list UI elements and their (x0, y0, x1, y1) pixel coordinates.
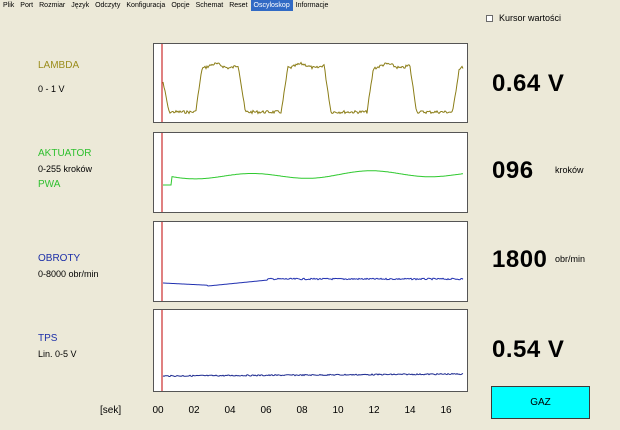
menu-plik[interactable]: Plik (0, 0, 17, 11)
aktuator-trace (163, 170, 464, 186)
aktuator-channel-range: 0-255 kroków (38, 164, 93, 174)
menu-schemat[interactable]: Schemat (193, 0, 227, 11)
lambda-channel-name: LAMBDA (38, 60, 80, 71)
menu-bar: Plik Port Rozmiar Język Odczyty Konfigur… (0, 0, 620, 11)
menu-odczyty[interactable]: Odczyty (92, 0, 123, 11)
aktuator-scope (153, 132, 468, 213)
obroty-scope (153, 221, 468, 302)
time-tick: 12 (368, 405, 380, 416)
tps-channel-range: Lin. 0-5 V (38, 349, 77, 359)
cursor-value-label: Kursor wartości (499, 13, 562, 23)
obroty-channel-name: OBROTY (38, 253, 81, 264)
tps-waveform (161, 310, 464, 391)
menu-konfiguracja[interactable]: Konfiguracja (123, 0, 168, 11)
lambda-trace (162, 61, 464, 115)
obroty-trace (163, 277, 464, 287)
lambda-channel-range: 0 - 1 V (38, 84, 65, 94)
menu-reset[interactable]: Reset (226, 0, 250, 11)
cursor-value-toggle[interactable]: Kursor wartości (486, 13, 561, 23)
gaz-button-label: GAZ (530, 397, 551, 408)
tps-value: 0.54 V (492, 336, 565, 363)
gaz-button[interactable]: GAZ (491, 386, 590, 419)
time-tick: 16 (440, 405, 452, 416)
menu-jezyk[interactable]: Język (68, 0, 92, 11)
time-tick: 08 (296, 405, 308, 416)
lambda-value: 0.64 V (492, 70, 565, 97)
time-tick: 10 (332, 405, 344, 416)
obroty-value: 1800 (492, 246, 548, 273)
menu-port[interactable]: Port (17, 0, 36, 11)
aktuator-waveform (161, 133, 464, 212)
tps-scope (153, 309, 468, 392)
pwa-label: PWA (38, 179, 61, 190)
menu-informacje[interactable]: Informacje (293, 0, 332, 11)
obroty-channel-range: 0-8000 obr/min (38, 269, 99, 279)
menu-opcje[interactable]: Opcje (168, 0, 192, 11)
time-tick: 06 (260, 405, 272, 416)
lambda-scope (153, 43, 468, 123)
obroty-waveform (161, 222, 464, 301)
aktuator-unit: kroków (555, 165, 584, 175)
time-tick: 00 (152, 405, 164, 416)
menu-rozmiar[interactable]: Rozmiar (36, 0, 68, 11)
menu-oscyloskop[interactable]: Oscyloskop (250, 0, 293, 11)
time-axis-title: [sek] (100, 405, 122, 416)
tps-trace (162, 372, 464, 378)
tps-channel-name: TPS (38, 333, 58, 344)
aktuator-value: 096 (492, 157, 534, 184)
time-tick: 02 (188, 405, 200, 416)
lambda-waveform (161, 44, 464, 122)
cursor-value-checkbox[interactable] (486, 14, 493, 22)
aktuator-channel-name: AKTUATOR (38, 148, 92, 159)
time-tick: 14 (404, 405, 416, 416)
time-tick: 04 (224, 405, 236, 416)
obroty-unit: obr/min (555, 254, 586, 264)
